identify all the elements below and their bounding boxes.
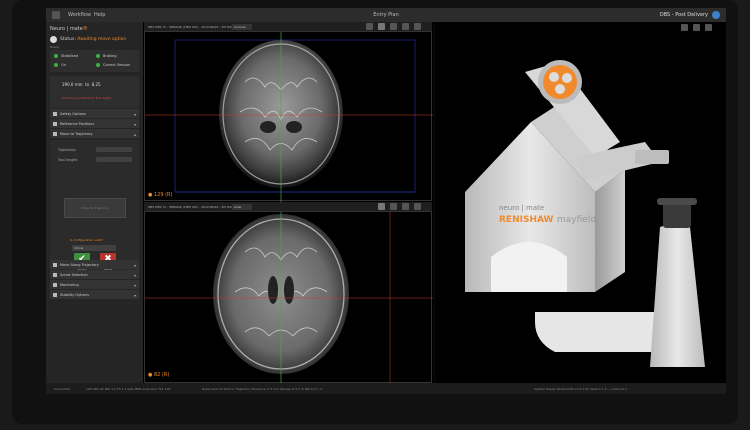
trajectory-label: Trajectory:	[58, 148, 77, 152]
status-connected: Connected	[54, 387, 71, 391]
session-indicator-icon	[96, 63, 100, 67]
person-icon[interactable]	[366, 23, 373, 30]
view-title: DBS DBS T1 - MPRAGE (1MM ISO) - 2012/08/…	[148, 25, 240, 29]
stage-label: DBS - Post Delivery	[659, 12, 708, 18]
screw-icon	[53, 273, 57, 277]
camera-icon[interactable]	[402, 23, 409, 30]
status-robot: Robot Link 10 Tried in Trajectory Tolera…	[202, 387, 323, 391]
status-series: Left DBS GT MRI 1.5 TS 1.2 SAG MPR Axial…	[86, 387, 171, 391]
section-reference-positions[interactable]: Reference Positions ▾	[50, 119, 139, 128]
view-header-top: DBS DBS T1 - MPRAGE (1MM ISO) - 2012/08/…	[144, 22, 432, 31]
zoom-readout-top: ● 129 (R)	[148, 192, 173, 198]
mayfield-logo: mayfield	[557, 215, 596, 225]
distance-panel: 190.0 mm to 8.25 Tolerance achieved to F…	[50, 76, 139, 108]
imaging-views: DBS DBS T1 - MPRAGE (1MM ISO) - 2012/08/…	[144, 22, 434, 384]
view-orientation-dropdown[interactable]: Coronal	[232, 23, 252, 30]
camera-icon[interactable]	[402, 203, 409, 210]
product-label: neuro | mate	[499, 204, 544, 212]
indicator-label: Braking	[103, 54, 117, 58]
move-to-trajectory-button[interactable]: Move to Trajectory	[64, 198, 126, 218]
window-title: Entry Plan	[373, 12, 399, 18]
tool-length-label: Tool length:	[58, 158, 79, 162]
layout-single-icon[interactable]	[681, 24, 688, 31]
chevron-down-icon: ▾	[133, 121, 136, 127]
expand-icon[interactable]	[414, 23, 421, 30]
chevron-down-icon: ▾	[133, 111, 136, 117]
braking-indicator-icon	[96, 54, 100, 58]
control-sidebar: Neuro | mate® Status: Awaiting move opti…	[46, 22, 144, 383]
arrow-icon	[53, 263, 57, 267]
status-text: Status: Awaiting move option	[60, 37, 127, 42]
view-header-bottom: DBS DBS T1 - MPRAGE (1MM ISO) - 2012/08/…	[144, 202, 432, 211]
axial-image[interactable]	[145, 212, 433, 384]
trajectory-icon	[53, 132, 57, 136]
expand-icon[interactable]	[414, 203, 421, 210]
settings-icon[interactable]	[712, 11, 720, 19]
brand-label: Neuro | mate®	[50, 26, 88, 32]
chevron-down-icon: ▾	[133, 272, 136, 278]
distance-readout: 190.0 mm to 8.25	[62, 82, 101, 87]
renishaw-logo: RENISHAW	[499, 215, 554, 225]
chevron-up-icon: ▴	[133, 131, 136, 137]
trajectory-select[interactable]	[96, 147, 132, 152]
layout-grid-icon[interactable]	[378, 203, 385, 210]
status-icon	[50, 36, 57, 43]
app-window: Workflow Help Entry Plan DBS - Post Deli…	[46, 8, 726, 394]
target-icon	[53, 122, 57, 126]
camera-icon[interactable]	[693, 24, 700, 31]
indicator-label: Correct Session	[103, 63, 131, 67]
section-monitoring[interactable]: Monitoring ▾	[50, 280, 139, 289]
shield-icon	[53, 112, 57, 116]
tool-length-input[interactable]	[96, 157, 132, 162]
indicator-label: Stabilised	[61, 54, 79, 58]
coronal-image[interactable]	[145, 32, 433, 202]
head-support-post	[650, 224, 705, 367]
menu-bar: Workflow Help Entry Plan DBS - Post Deli…	[46, 8, 726, 22]
layout-single-icon[interactable]	[390, 203, 397, 210]
status-bar: Connected Left DBS GT MRI 1.5 TS 1.2 SAG…	[46, 383, 726, 394]
status-sub: Ready	[50, 45, 60, 49]
view-title: DBS DBS T1 - MPRAGE (1MM ISO) - 2012/08/…	[148, 205, 240, 209]
indicator-label: On	[61, 63, 66, 67]
layout-grid-icon[interactable]	[378, 23, 385, 30]
coronal-view[interactable]	[144, 31, 433, 202]
axial-view[interactable]	[144, 211, 433, 384]
layout-single-icon[interactable]	[390, 23, 397, 30]
zoom-readout-bottom: ● 82 (R)	[148, 372, 170, 378]
robot-3d-view[interactable]: neuro | mate RENISHAW mayfield	[435, 22, 726, 383]
confirm-prompt: Is configuration valid?	[70, 238, 104, 242]
section-move-along-trajectory[interactable]: Move Along Trajectory ▾	[50, 260, 139, 269]
section-stability-options[interactable]: Stability Options ▾	[50, 290, 139, 299]
move-to-trajectory-panel: Trajectory: Tool length: Move to Traject…	[50, 140, 139, 272]
status-system: System Ready 2012/12/05 v1.0.4 PC Versio…	[534, 387, 627, 391]
on-indicator-icon	[54, 63, 58, 67]
monitor-bezel: Workflow Help Entry Plan DBS - Post Deli…	[12, 0, 738, 424]
tolerance-text: Tolerance achieved to Full length	[62, 96, 112, 100]
chevron-down-icon: ▾	[133, 282, 136, 288]
configuration-select[interactable]: Yellow	[72, 245, 116, 251]
section-screw-selection[interactable]: Screw Selection ▾	[50, 270, 139, 279]
chevron-down-icon: ▾	[133, 292, 136, 298]
section-move-to-trajectory[interactable]: Move to Trajectory ▴	[50, 129, 139, 138]
indicator-panel: Stabilised Braking On Correct Session	[50, 50, 139, 72]
monitor-icon	[53, 283, 57, 287]
section-safety-options[interactable]: Safety Options ▾	[50, 109, 139, 118]
gear-icon	[53, 293, 57, 297]
chevron-down-icon: ▾	[133, 262, 136, 268]
stabilised-indicator-icon	[54, 54, 58, 58]
robot-model[interactable]: neuro | mate RENISHAW mayfield	[435, 22, 726, 383]
expand-icon[interactable]	[705, 24, 712, 31]
view-orientation-dropdown[interactable]: Axial	[232, 203, 252, 210]
